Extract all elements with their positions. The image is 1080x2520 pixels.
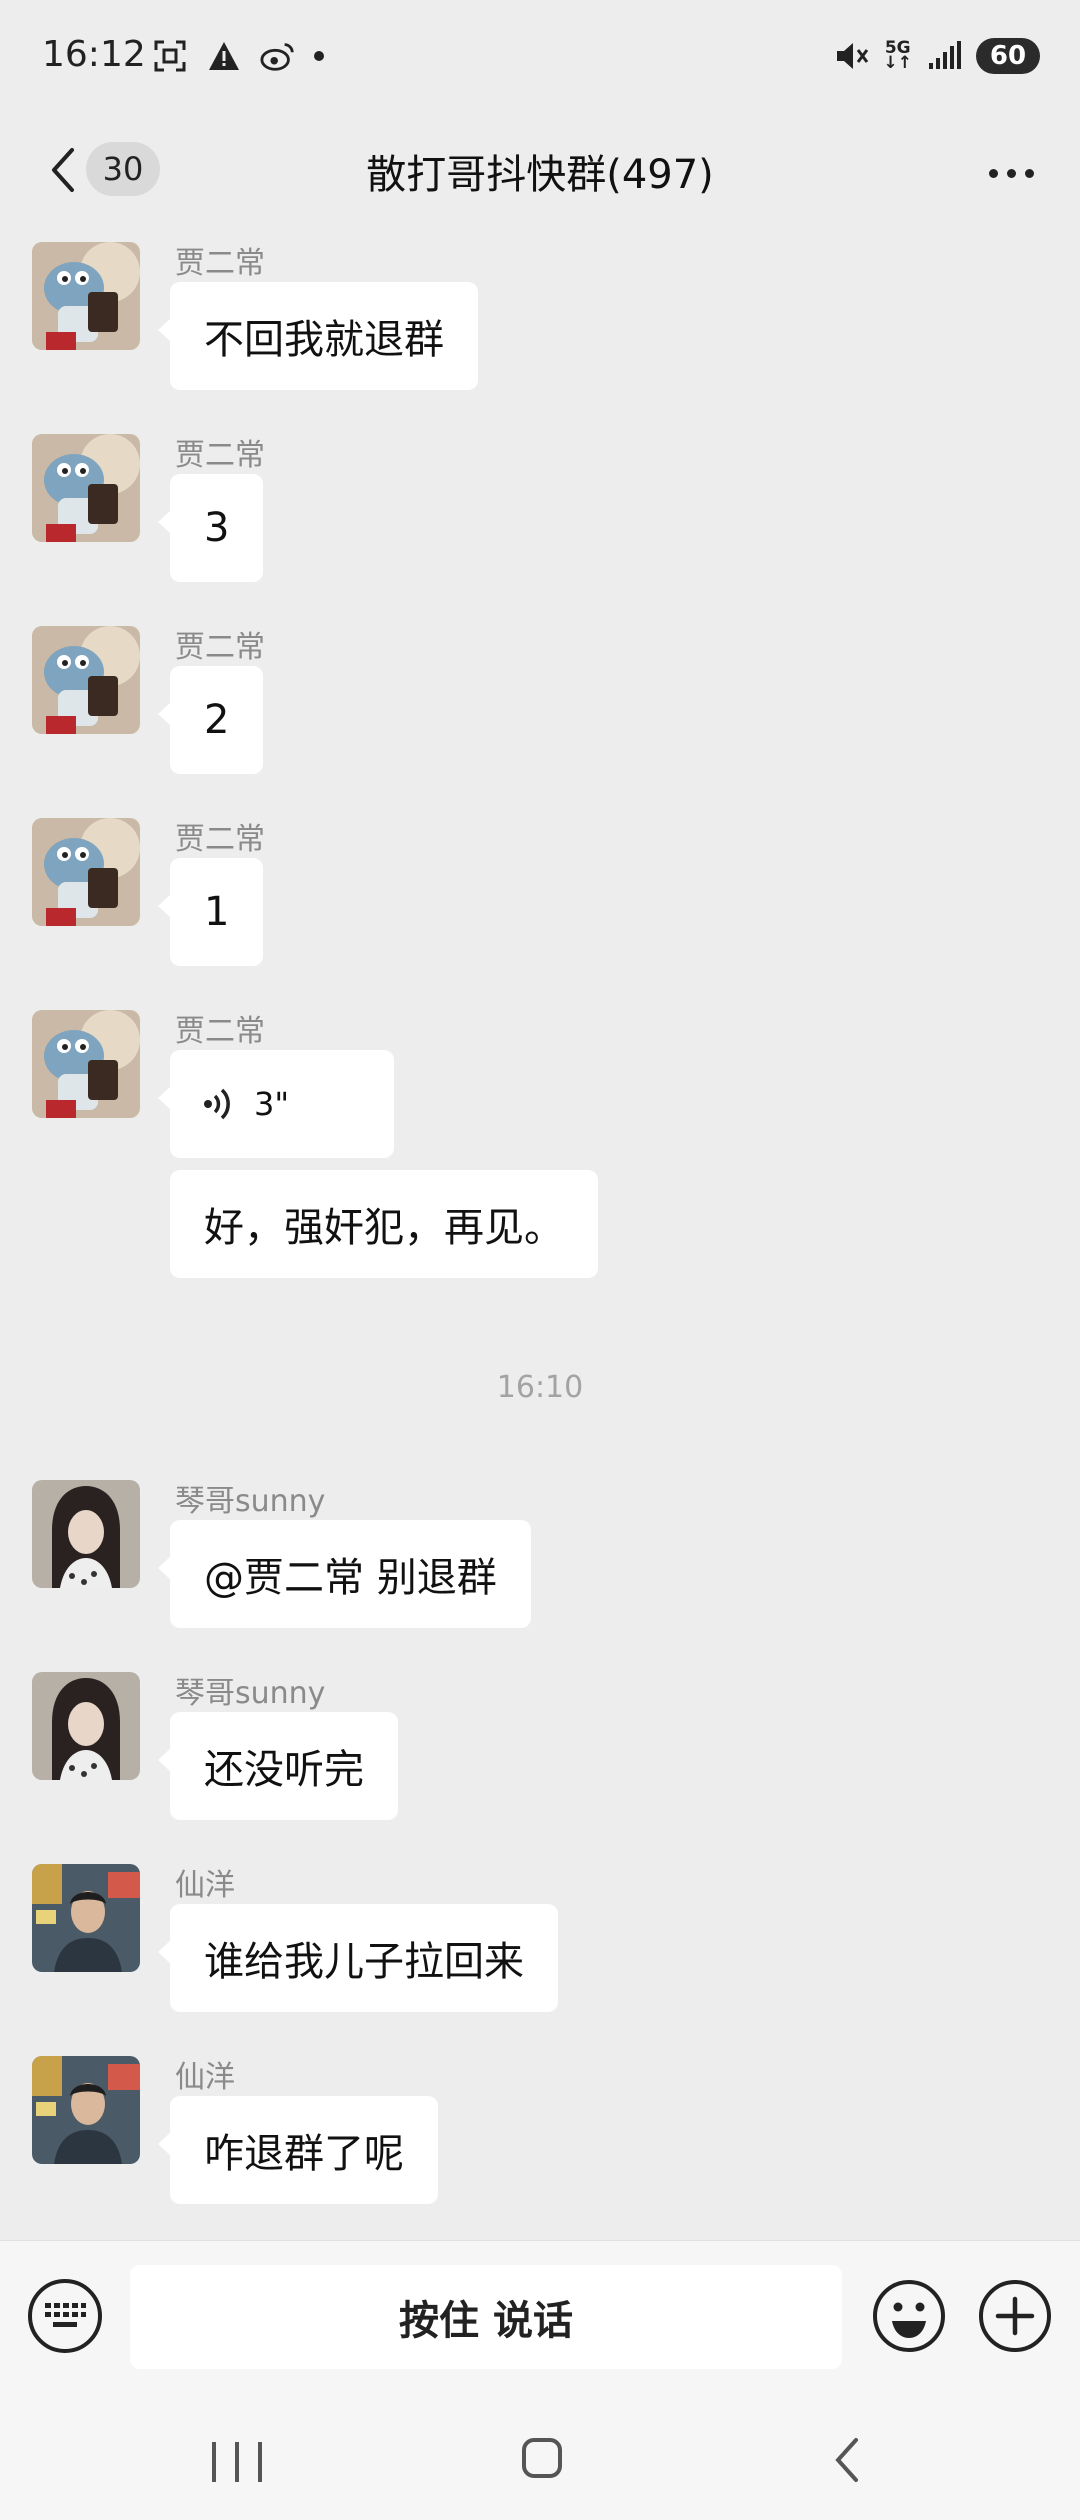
plus-circle-icon xyxy=(979,2280,1051,2352)
more-options-button[interactable] xyxy=(976,148,1046,198)
avatar[interactable] xyxy=(32,818,140,926)
warning-icon xyxy=(206,38,242,74)
message-timestamp: 16:10 xyxy=(496,1370,584,1405)
avatar[interactable] xyxy=(32,434,140,542)
sender-name: 贾二常 xyxy=(175,1014,265,1049)
keyboard-toggle-button[interactable] xyxy=(28,2279,102,2353)
message-bubble[interactable]: 咋退群了呢 xyxy=(158,2096,438,2204)
weibo-icon xyxy=(260,38,296,74)
sender-name: 仙洋 xyxy=(175,2060,235,2095)
chat-header: 30 散打哥抖快群(497) xyxy=(0,118,1080,230)
voice-duration: 3" xyxy=(254,1085,290,1123)
message-bubble[interactable]: 好，强奸犯，再见。 xyxy=(170,1170,598,1278)
hold-to-talk-button[interactable]: 按住 说话 xyxy=(130,2265,842,2369)
dot-icon xyxy=(314,51,324,61)
back-button[interactable] xyxy=(38,140,88,200)
sender-name: 琴哥sunny xyxy=(175,1676,326,1711)
avatar[interactable] xyxy=(32,1010,140,1118)
message-bubble[interactable]: 还没听完 xyxy=(158,1712,398,1820)
message-bubble[interactable]: @贾二常 别退群 xyxy=(158,1520,531,1628)
plush-toy-avatar-icon xyxy=(32,818,140,926)
chat-title: 散打哥抖快群(497) xyxy=(366,152,714,198)
man-street-avatar-icon xyxy=(32,1864,140,1972)
screenshot-icon xyxy=(152,38,188,74)
sender-name: 琴哥sunny xyxy=(175,1484,326,1519)
input-bar: 按住 说话 xyxy=(0,2240,1080,2391)
smiley-icon xyxy=(873,2280,945,2352)
plush-toy-avatar-icon xyxy=(32,626,140,734)
avatar[interactable] xyxy=(32,1864,140,1972)
message-bubble[interactable]: 1 xyxy=(157,858,264,966)
man-street-avatar-icon xyxy=(32,2056,140,2164)
system-navigation-bar xyxy=(0,2390,1080,2520)
woman-avatar-icon xyxy=(32,1480,140,1588)
avatar[interactable] xyxy=(32,1480,140,1588)
recent-apps-button[interactable] xyxy=(212,2442,262,2482)
woman-avatar-icon xyxy=(32,1672,140,1780)
avatar[interactable] xyxy=(32,2056,140,2164)
voice-wave-icon xyxy=(204,1088,230,1120)
emoji-button[interactable] xyxy=(872,2279,946,2353)
avatar[interactable] xyxy=(32,242,140,350)
plush-toy-avatar-icon xyxy=(32,1010,140,1118)
sender-name: 贾二常 xyxy=(175,246,265,281)
keyboard-icon xyxy=(45,2303,86,2327)
message-bubble[interactable]: 2 xyxy=(157,666,264,774)
plush-toy-avatar-icon xyxy=(32,434,140,542)
status-time: 16:12 xyxy=(42,34,146,75)
chevron-left-icon xyxy=(835,2438,858,2482)
system-back-button[interactable] xyxy=(832,2436,862,2484)
sender-name: 贾二常 xyxy=(175,822,265,857)
sender-name: 仙洋 xyxy=(175,1868,235,1903)
voice-message-bubble[interactable]: 3" xyxy=(158,1050,394,1158)
unread-count-badge[interactable]: 30 xyxy=(86,142,160,196)
avatar[interactable] xyxy=(32,1672,140,1780)
chevron-left-icon xyxy=(52,148,74,192)
battery-icon: 60 xyxy=(976,38,1040,74)
message-bubble[interactable]: 3 xyxy=(157,474,264,582)
more-functions-button[interactable] xyxy=(978,2279,1052,2353)
chat-messages: 贾二常 不回我就退群 贾二常 3 贾二常 2 贾二常 1 贾二常 3" 好，强奸… xyxy=(0,230,1080,2240)
mute-icon xyxy=(834,38,870,74)
signal-icon xyxy=(926,38,962,74)
sender-name: 贾二常 xyxy=(175,438,265,473)
plush-toy-avatar-icon xyxy=(32,242,140,350)
message-bubble[interactable]: 不回我就退群 xyxy=(158,282,478,390)
avatar[interactable] xyxy=(32,626,140,734)
message-bubble[interactable]: 谁给我儿子拉回来 xyxy=(158,1904,558,2012)
sender-name: 贾二常 xyxy=(175,630,265,665)
5g-icon: 5G ↓↑ xyxy=(883,38,913,73)
status-bar: 16:12 5G ↓↑ 60 xyxy=(0,0,1080,118)
home-button[interactable] xyxy=(522,2438,562,2478)
